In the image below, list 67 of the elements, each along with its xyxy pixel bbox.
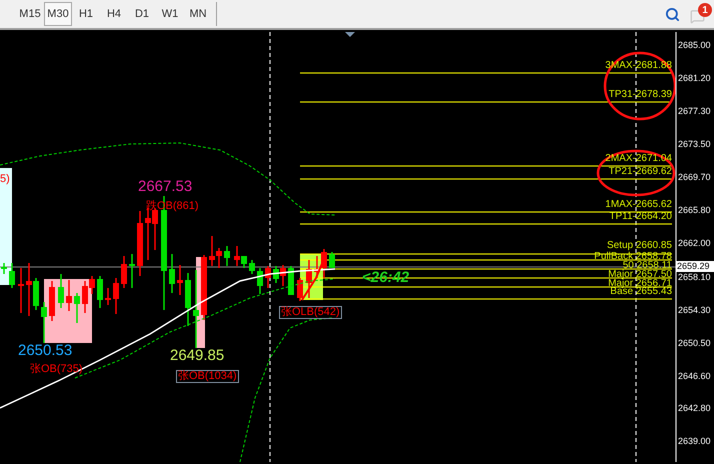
level-label: TP31-2678.39 (608, 90, 672, 100)
candlestick (66, 280, 72, 311)
candlestick (18, 268, 24, 313)
price-axis-label: 2669.70 (678, 173, 711, 182)
candlestick (97, 276, 103, 308)
candlestick (288, 266, 294, 295)
level-label: Base 2655.43 (610, 287, 672, 297)
candlestick (121, 256, 127, 288)
candlestick (297, 278, 303, 301)
candlestick (137, 211, 143, 276)
candlestick (185, 273, 191, 326)
candlestick (74, 293, 80, 323)
price-axis-label: 2665.80 (678, 206, 711, 215)
price-label: 2650.53 (18, 343, 72, 358)
price-axis-label: 2662.00 (678, 239, 711, 248)
candlestick (49, 281, 55, 321)
price-axis-label: 2673.50 (678, 140, 711, 149)
level-label: Major 2657.50 (608, 270, 672, 280)
level-label: PullBack 2658.78 (594, 252, 672, 262)
price-axis-label: 2642.80 (678, 404, 711, 413)
candlestick (58, 274, 64, 308)
price-axis-label: 2681.20 (678, 74, 711, 83)
price-axis-label: 2654.30 (678, 306, 711, 315)
candlestick (329, 252, 335, 268)
level-label: TP21-2669.62 (608, 167, 672, 177)
candlestick (105, 288, 111, 305)
candlestick (249, 260, 255, 274)
level-label: Major 2656.71 (608, 279, 672, 289)
candlestick (177, 265, 183, 295)
candlestick (1, 263, 7, 274)
level-label: 1MAX-2665.62 (605, 200, 672, 210)
price-axis-label: 2658.10 (678, 273, 711, 282)
timeframe-tab[interactable]: M30 (44, 2, 72, 26)
candlestick (41, 302, 47, 343)
marker-icon (345, 32, 355, 37)
candlestick (201, 255, 207, 320)
current-price-label: 2659.29 (676, 261, 714, 272)
candlestick (129, 254, 135, 288)
notification-badge: 1 (698, 3, 712, 17)
candlestick (113, 278, 119, 314)
timeframe-tab[interactable]: MN (184, 2, 212, 26)
candlestick (224, 246, 230, 266)
timeframe-tab[interactable]: H4 (100, 2, 128, 26)
signal-label: 张OB(735) (30, 364, 83, 375)
candlestick (265, 266, 271, 288)
price-axis-label: 2650.50 (678, 339, 711, 348)
timeframe-tab[interactable]: M15 (16, 2, 44, 26)
price-axis-label: 2685.00 (678, 41, 711, 50)
price-label: 2649.85 (170, 348, 224, 363)
signal-label: 5) (0, 174, 10, 185)
level-label: Setup 2660.85 (606, 241, 672, 251)
candlestick (169, 254, 175, 293)
signal-label: 张OB(1034) (176, 370, 239, 383)
search-icon[interactable] (665, 6, 680, 22)
signal-label: 张OLB(542) (279, 306, 342, 319)
timeframe-tab[interactable]: H1 (72, 2, 100, 26)
candlestick (257, 268, 263, 294)
price-axis-label: 2639.00 (678, 437, 711, 446)
price-label: 2667.53 (138, 179, 192, 194)
level-label: TP11-2664.20 (609, 212, 672, 222)
candlestick (306, 260, 312, 298)
price-axis-label: 2646.60 (678, 372, 711, 381)
timeframe-tab[interactable]: W1 (156, 2, 184, 26)
price-axis-label: 2677.30 (678, 107, 711, 116)
candlestick (9, 263, 15, 288)
timeframe-tab[interactable]: D1 (128, 2, 156, 26)
level-label: 50 2658.11 (622, 261, 672, 271)
